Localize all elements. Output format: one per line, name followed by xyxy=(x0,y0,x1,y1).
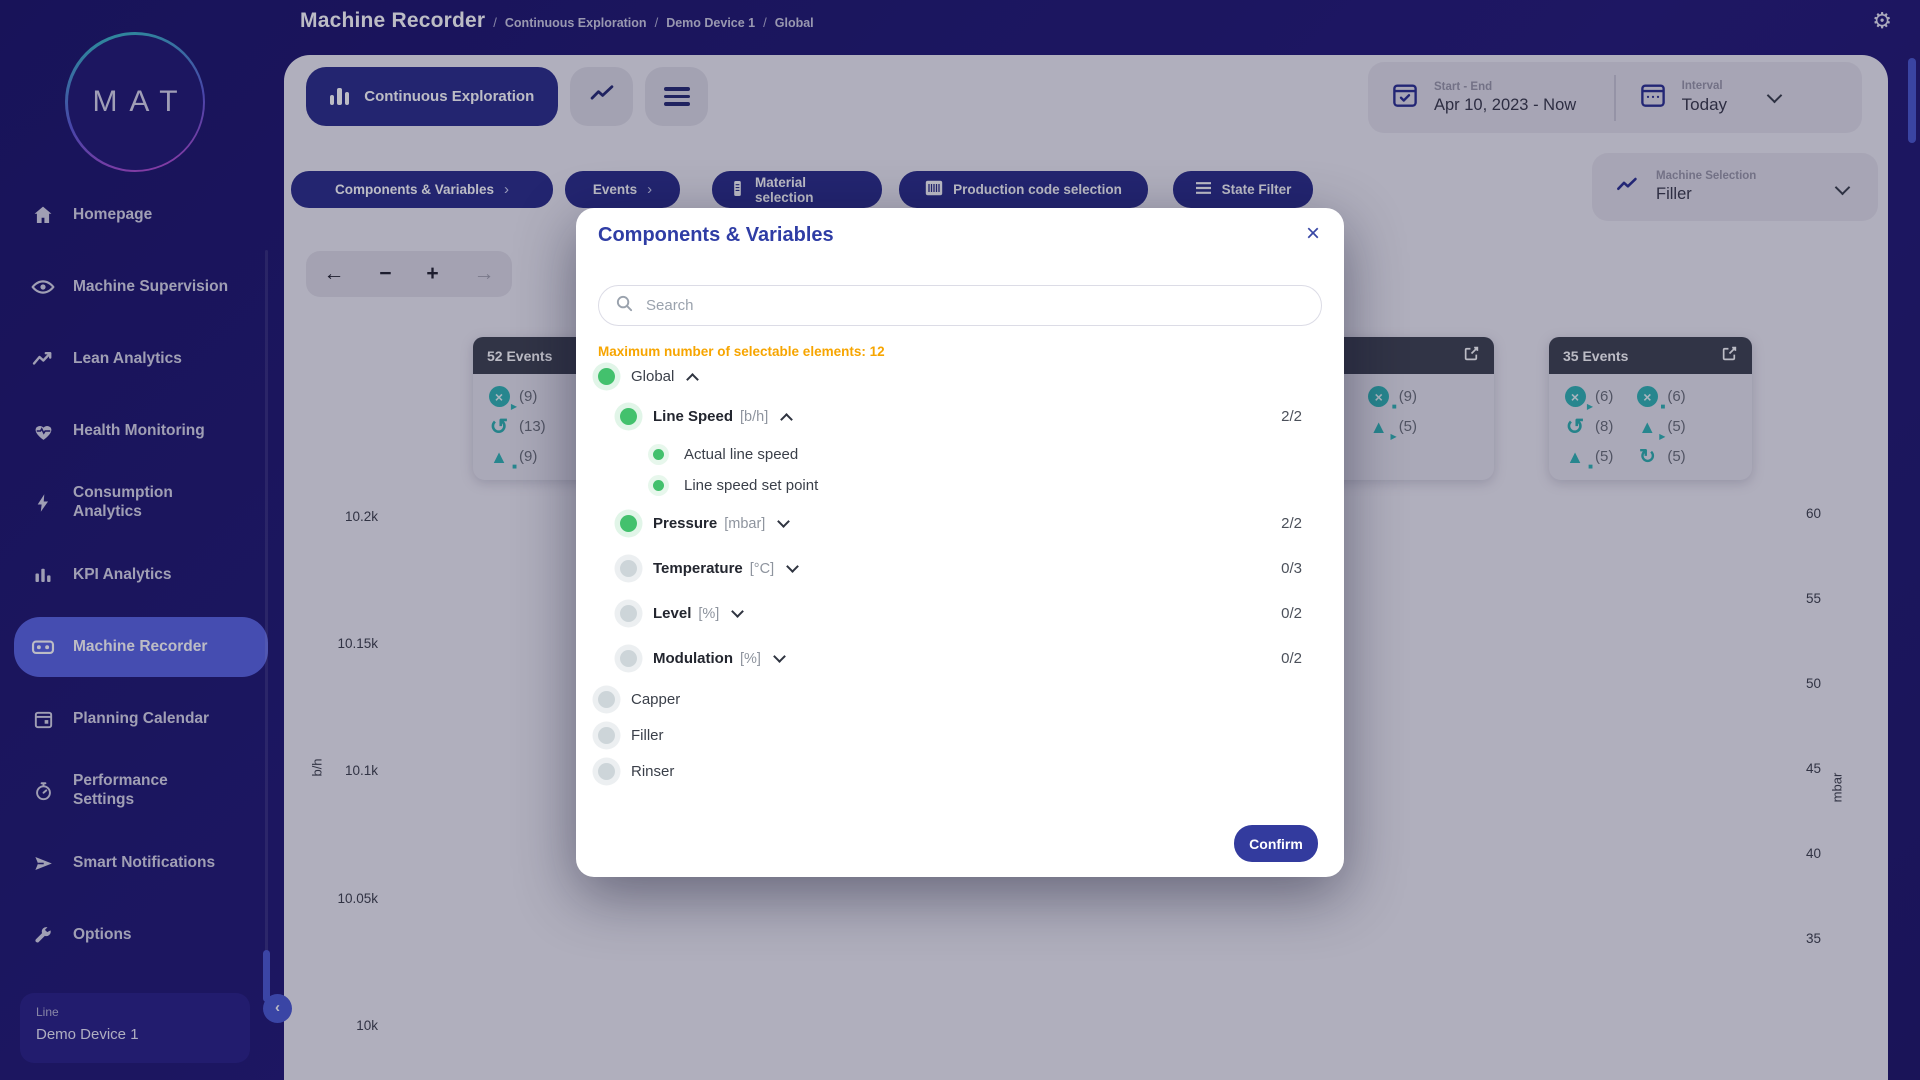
tree-item-filler[interactable]: Filler xyxy=(598,717,1322,753)
search-icon xyxy=(615,294,634,318)
selected-dot[interactable] xyxy=(620,515,637,532)
unselected-dot[interactable] xyxy=(620,650,637,667)
unselected-dot[interactable] xyxy=(620,560,637,577)
selection-count: 2/2 xyxy=(1281,408,1322,425)
unit-label: [°C] xyxy=(750,561,774,577)
selected-dot[interactable] xyxy=(620,408,637,425)
components-variables-modal: Components & Variables × Maximum number … xyxy=(576,208,1344,877)
tree-item-global[interactable]: Global xyxy=(598,358,1322,394)
modal-title: Components & Variables xyxy=(598,224,834,247)
tree-item-pressure[interactable]: Pressure [mbar] 2/2 xyxy=(598,501,1322,546)
search-input[interactable] xyxy=(646,297,1305,314)
unselected-dot[interactable] xyxy=(620,605,637,622)
unselected-dot[interactable] xyxy=(598,691,615,708)
selection-count: 0/2 xyxy=(1281,605,1322,622)
tree-item-label: Global xyxy=(631,368,674,385)
tree-item-level[interactable]: Level [%] 0/2 xyxy=(598,591,1322,636)
confirm-button[interactable]: Confirm xyxy=(1234,825,1318,862)
tree-item-label: Actual line speed xyxy=(684,446,798,463)
tree-item-label: Line speed set point xyxy=(684,477,818,494)
selection-count: 0/3 xyxy=(1281,560,1322,577)
selected-dot[interactable] xyxy=(598,368,615,385)
tree-item-temperature[interactable]: Temperature [°C] 0/3 xyxy=(598,546,1322,591)
tree-item-line-speed-set-point[interactable]: Line speed set point xyxy=(598,470,1322,501)
tree-item-label: Pressure xyxy=(653,515,717,532)
close-icon[interactable]: × xyxy=(1306,220,1320,248)
tree-item-label: Rinser xyxy=(631,763,674,780)
selected-dot[interactable] xyxy=(653,449,664,460)
app-root: MAT Homepage Machine Supervision Lean An… xyxy=(0,0,1920,1080)
tree-item-rinser[interactable]: Rinser xyxy=(598,753,1322,789)
unselected-dot[interactable] xyxy=(598,763,615,780)
unselected-dot[interactable] xyxy=(598,727,615,744)
tree-item-modulation[interactable]: Modulation [%] 0/2 xyxy=(598,636,1322,681)
chevron-down-icon[interactable] xyxy=(773,650,786,663)
chevron-up-icon[interactable] xyxy=(780,413,793,426)
selected-dot[interactable] xyxy=(653,480,664,491)
tree-item-label: Temperature xyxy=(653,560,743,577)
variable-tree: Global Line Speed [b/h] 2/2 Actual line spee… xyxy=(576,358,1344,789)
search-box[interactable] xyxy=(598,285,1322,326)
unit-label: [mbar] xyxy=(724,516,765,532)
tree-item-label: Level xyxy=(653,605,691,622)
selection-count: 2/2 xyxy=(1281,515,1322,532)
selection-count: 0/2 xyxy=(1281,650,1322,667)
chevron-down-icon[interactable] xyxy=(731,605,744,618)
tree-item-label: Capper xyxy=(631,691,680,708)
tree-item-capper[interactable]: Capper xyxy=(598,681,1322,717)
chevron-down-icon[interactable] xyxy=(786,560,799,573)
unit-label: [%] xyxy=(740,651,761,667)
chevron-up-icon[interactable] xyxy=(686,373,699,386)
tree-item-label: Line Speed xyxy=(653,408,733,425)
max-elements-note: Maximum number of selectable elements: 1… xyxy=(598,344,885,359)
chevron-down-icon[interactable] xyxy=(777,515,790,528)
unit-label: [b/h] xyxy=(740,409,768,425)
unit-label: [%] xyxy=(698,606,719,622)
tree-item-line-speed[interactable]: Line Speed [b/h] 2/2 xyxy=(598,394,1322,439)
tree-item-label: Modulation xyxy=(653,650,733,667)
tree-item-label: Filler xyxy=(631,727,664,744)
tree-item-actual-line-speed[interactable]: Actual line speed xyxy=(598,439,1322,470)
